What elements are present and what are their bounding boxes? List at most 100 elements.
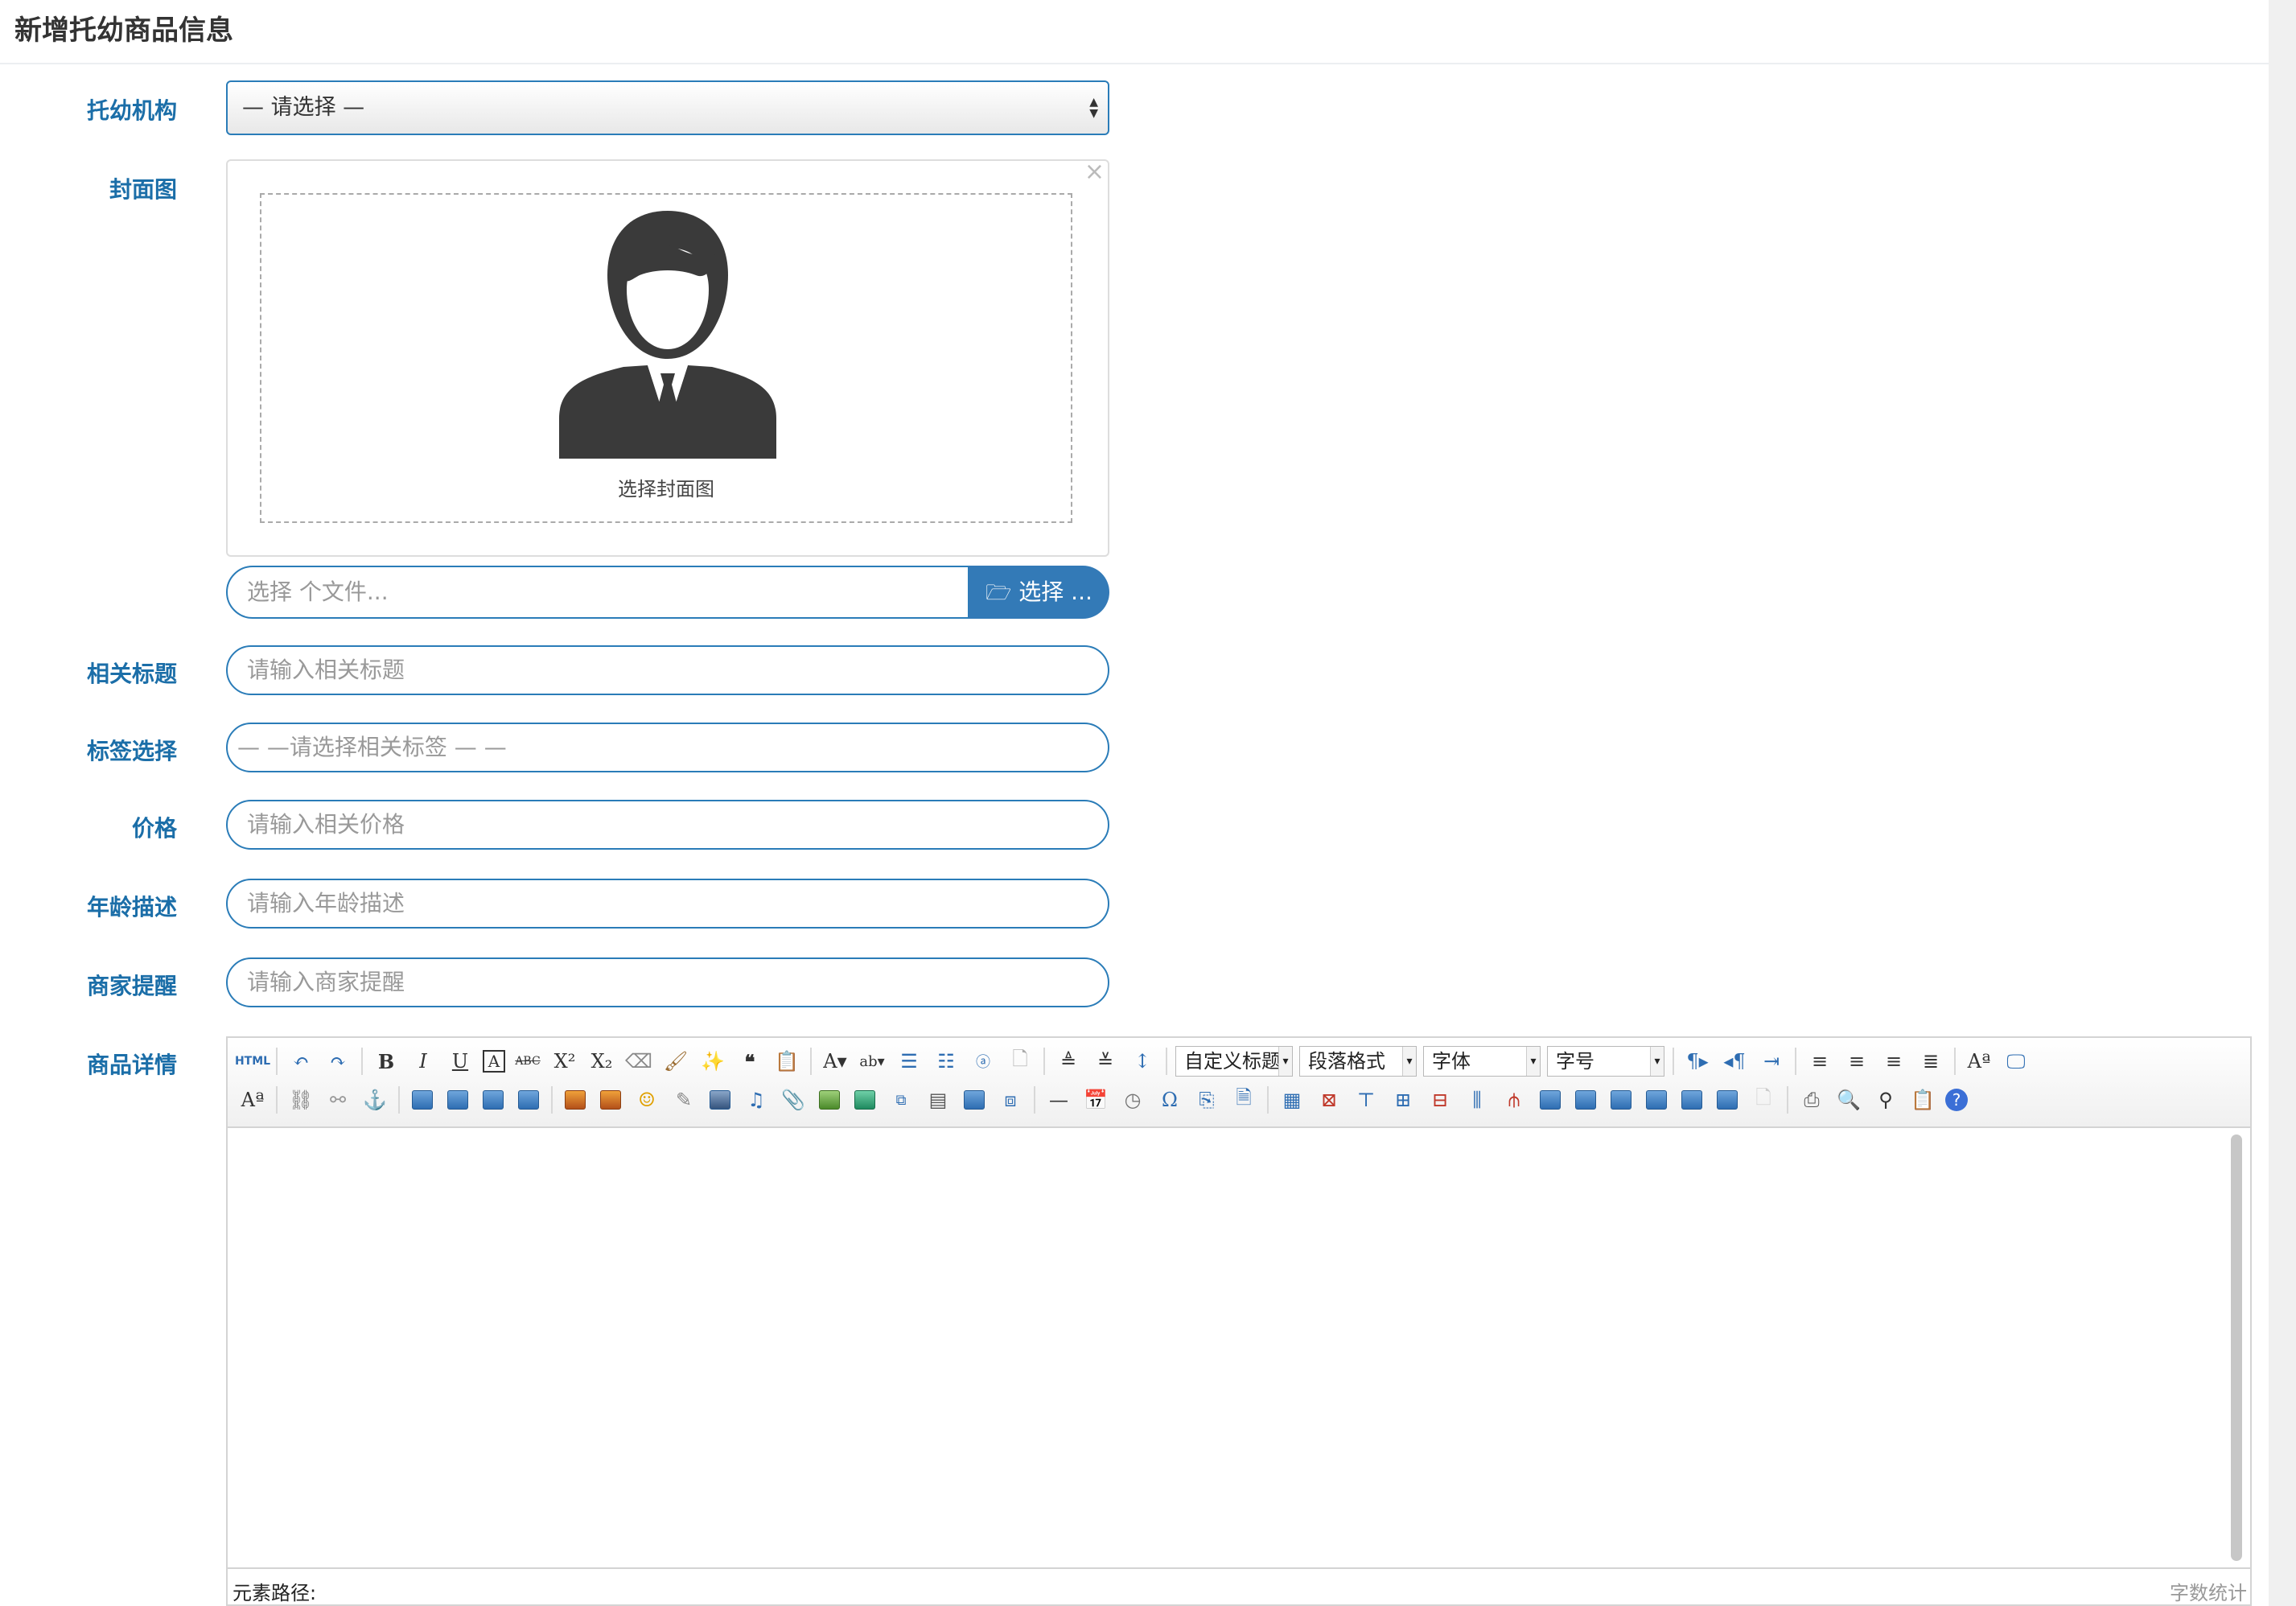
emoticon-icon[interactable]: ☺ — [632, 1085, 661, 1114]
template-icon[interactable]: ⧈ — [996, 1085, 1025, 1114]
strikethrough-icon[interactable]: ABC — [513, 1047, 542, 1076]
font-family-combo[interactable]: 字体 ▾ — [1423, 1046, 1541, 1077]
page-break-icon[interactable] — [964, 1090, 985, 1110]
align-left-icon[interactable]: ≡ — [1805, 1047, 1834, 1076]
link-icon[interactable]: ⛓ — [286, 1085, 315, 1114]
date-icon[interactable]: 📅 — [1081, 1085, 1110, 1114]
line-height-icon[interactable]: ↕ — [1128, 1047, 1157, 1076]
attachment-icon[interactable]: 📎 — [779, 1085, 808, 1114]
align-justify-icon[interactable]: ≣ — [1916, 1047, 1945, 1076]
close-icon[interactable]: × — [1084, 158, 1105, 186]
font-color-icon[interactable]: A▾ — [821, 1047, 850, 1076]
image-float-none-icon[interactable] — [412, 1090, 433, 1110]
person-placeholder-icon — [543, 211, 792, 467]
superscript-icon[interactable]: X² — [550, 1047, 579, 1076]
age-input[interactable]: 请输入年龄描述 — [226, 879, 1109, 929]
html-source-button[interactable]: HTML — [235, 1047, 270, 1076]
rtl-direction-icon[interactable]: ◂¶ — [1720, 1047, 1749, 1076]
tags-select[interactable]: — —请选择相关标签 — — — [226, 723, 1109, 772]
clear-doc-icon[interactable]: 🗋 — [1006, 1047, 1035, 1076]
editor-scrollbar[interactable] — [2231, 1134, 2242, 1561]
page-scrollbar[interactable] — [2269, 0, 2296, 1606]
image-float-right-icon[interactable] — [483, 1090, 504, 1110]
undo-icon[interactable]: ↶ — [286, 1047, 315, 1076]
insert-frame-icon[interactable]: ⧉ — [887, 1085, 916, 1114]
font-border-icon[interactable]: A — [483, 1050, 505, 1073]
delete-table-icon[interactable]: ⊠ — [1315, 1085, 1343, 1114]
unordered-list-icon[interactable]: ☷ — [932, 1047, 961, 1076]
case-convert-icon[interactable]: Aª — [1965, 1047, 1994, 1076]
fullscreen-icon[interactable]: 🖵 — [2002, 1047, 2031, 1076]
format-painter-icon[interactable]: 🖌 — [661, 1047, 690, 1076]
merge-right-icon[interactable] — [1575, 1090, 1596, 1110]
help-icon[interactable]: ? — [1945, 1089, 1968, 1111]
institution-select[interactable]: — 请选择 — ▲ ▼ — [226, 80, 1109, 135]
map-icon[interactable] — [819, 1090, 840, 1110]
title-input[interactable]: 请输入相关标题 — [226, 645, 1109, 695]
chevron-down-icon: ▾ — [1278, 1047, 1292, 1076]
institution-label: 托幼机构 — [86, 97, 177, 124]
lowercase-icon[interactable]: Aª — [238, 1085, 267, 1114]
delete-col-icon[interactable]: ⫛ — [1500, 1085, 1529, 1114]
underline-icon[interactable]: U — [446, 1047, 475, 1076]
reminder-input[interactable]: 请输入商家提醒 — [226, 957, 1109, 1007]
insert-col-icon[interactable]: ⫼ — [1463, 1085, 1492, 1114]
subscript-icon[interactable]: X₂ — [587, 1047, 616, 1076]
image-float-left-icon[interactable] — [447, 1090, 468, 1110]
cover-dropzone[interactable]: 选择封面图 — [260, 193, 1072, 523]
insert-video-icon[interactable] — [710, 1090, 730, 1110]
paragraph-format-combo[interactable]: 段落格式 ▾ — [1299, 1046, 1417, 1077]
details-label: 商品详情 — [86, 1052, 177, 1078]
delete-row-icon[interactable]: ⊟ — [1426, 1085, 1455, 1114]
preview-icon[interactable]: 🔍 — [1834, 1085, 1863, 1114]
multi-image-icon[interactable] — [600, 1090, 621, 1110]
search-replace-icon[interactable]: ⚲ — [1871, 1085, 1900, 1114]
ltr-direction-icon[interactable]: ¶▸ — [1683, 1047, 1712, 1076]
insert-paragraph-before-table-icon[interactable]: ⊤ — [1352, 1085, 1380, 1114]
split-rows-icon[interactable] — [1681, 1090, 1702, 1110]
chart-icon[interactable]: 🗋 — [1749, 1085, 1778, 1114]
highlight-color-icon[interactable]: ab▾ — [858, 1047, 887, 1076]
gmap-icon[interactable] — [854, 1090, 875, 1110]
align-center-icon[interactable]: ≡ — [1842, 1047, 1871, 1076]
bold-icon[interactable]: B — [372, 1047, 401, 1076]
special-char-icon[interactable]: Ω — [1155, 1085, 1184, 1114]
merge-cells-icon[interactable] — [1540, 1090, 1561, 1110]
time-icon[interactable]: ◷ — [1118, 1085, 1147, 1114]
price-input[interactable]: 请输入相关价格 — [226, 800, 1109, 850]
auto-format-icon[interactable]: ✨ — [698, 1047, 727, 1076]
custom-title-combo[interactable]: 自定义标题 ▾ — [1175, 1046, 1293, 1077]
print-icon[interactable]: ⎙ — [1797, 1085, 1826, 1114]
eraser-icon[interactable]: ⌫ — [624, 1047, 653, 1076]
redo-icon[interactable]: ↷ — [323, 1047, 352, 1076]
insert-row-icon[interactable]: ⊞ — [1389, 1085, 1418, 1114]
unlink-icon[interactable]: ⚯ — [323, 1085, 352, 1114]
anchor-icon[interactable]: ⚓ — [360, 1085, 389, 1114]
indent-icon[interactable]: ⇥ — [1757, 1047, 1786, 1076]
word-image-icon[interactable]: 🗎 — [1229, 1085, 1258, 1114]
scrawl-icon[interactable]: ✎ — [669, 1085, 698, 1114]
blockquote-icon[interactable]: ❝ — [735, 1047, 764, 1076]
image-center-icon[interactable] — [518, 1090, 539, 1110]
paste-plain-icon[interactable]: 📋 — [772, 1047, 801, 1076]
horizontal-rule-icon[interactable]: — — [1044, 1085, 1073, 1114]
split-cells-icon[interactable] — [1646, 1090, 1667, 1110]
drafts-icon[interactable]: 📋 — [1908, 1085, 1937, 1114]
music-icon[interactable]: ♫ — [742, 1085, 771, 1114]
choose-file-button[interactable]: 🗁 选择 ... — [969, 566, 1109, 619]
align-right-icon[interactable]: ≡ — [1879, 1047, 1908, 1076]
editor-content-area[interactable] — [228, 1128, 2250, 1569]
row-spacing-top-icon[interactable]: ≜ — [1054, 1047, 1083, 1076]
split-cols-icon[interactable] — [1717, 1090, 1738, 1110]
select-all-icon[interactable]: ⓐ — [969, 1047, 998, 1076]
ordered-list-icon[interactable]: ☰ — [895, 1047, 924, 1076]
row-spacing-bottom-icon[interactable]: ≚ — [1091, 1047, 1120, 1076]
font-size-combo[interactable]: 字号 ▾ — [1547, 1046, 1664, 1077]
insert-code-icon[interactable]: ▤ — [924, 1085, 953, 1114]
insert-image-icon[interactable] — [565, 1090, 586, 1110]
file-path-input[interactable]: 选择 个文件... — [226, 566, 969, 619]
merge-down-icon[interactable] — [1611, 1090, 1631, 1110]
insert-table-icon[interactable]: ▦ — [1278, 1085, 1306, 1114]
snapscreen-icon[interactable]: ⎘ — [1192, 1085, 1221, 1114]
italic-icon[interactable]: I — [409, 1047, 438, 1076]
